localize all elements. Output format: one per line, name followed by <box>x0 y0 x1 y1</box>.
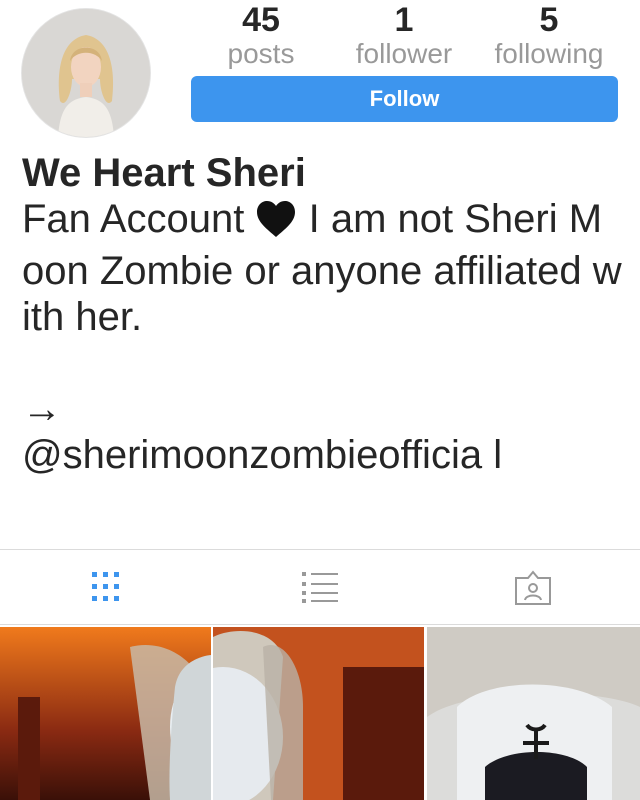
grid-post-2[interactable] <box>213 627 424 800</box>
following-label: following <box>494 38 604 69</box>
posts-count: 45 <box>242 1 280 39</box>
tab-divider-bottom <box>0 624 640 625</box>
black-heart-icon <box>255 200 297 248</box>
bio-text-start: Fan Account <box>22 197 256 241</box>
tagged-icon[interactable] <box>514 570 552 611</box>
followers-stat[interactable]: 1 follower <box>342 2 466 70</box>
profile-bio: Fan Account I am not Sheri Moon Zombie o… <box>22 196 622 478</box>
post-thumbnail <box>0 627 211 800</box>
avatar[interactable] <box>21 8 151 138</box>
post-thumbnail <box>427 627 640 800</box>
following-count: 5 <box>539 1 559 39</box>
follow-button[interactable]: Follow <box>191 76 618 122</box>
posts-stat: 45 posts <box>199 2 323 70</box>
grid-post-1[interactable] <box>0 627 211 800</box>
profile-name: We Heart Sheri <box>22 151 306 195</box>
grid-icon[interactable] <box>90 570 122 609</box>
list-icon[interactable] <box>302 570 338 609</box>
followers-label: follower <box>355 38 453 69</box>
grid-post-3[interactable] <box>427 627 640 800</box>
tab-divider-top <box>0 549 640 550</box>
posts-label: posts <box>227 38 295 69</box>
profile-photo <box>22 9 150 137</box>
post-thumbnail <box>213 627 424 800</box>
followers-count: 1 <box>394 1 414 39</box>
following-stat[interactable]: 5 following <box>487 2 611 70</box>
